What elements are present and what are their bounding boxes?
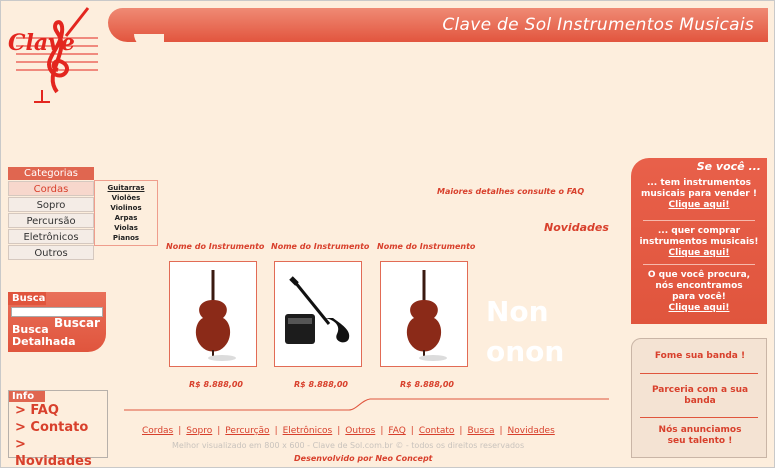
info-link-contato[interactable]: > Contato	[9, 419, 107, 436]
footer-link-busca[interactable]: Busca	[467, 426, 494, 436]
footer-link-contato[interactable]: Contato	[419, 426, 455, 436]
promo-text: ... quer comprar instrumentos musicais!	[639, 226, 759, 247]
product-name[interactable]: Nome do Instrumento	[166, 242, 264, 251]
footer-separator: |	[499, 426, 503, 436]
watermark-line: onon	[486, 335, 565, 368]
footer-link-outros[interactable]: Outros	[345, 426, 375, 436]
product-price: R$ 8.888,00	[400, 380, 454, 389]
product-name[interactable]: Nome do Instrumento	[271, 242, 369, 251]
category-outros[interactable]: Outros	[8, 245, 94, 260]
info-panel: Info > FAQ > Contato > Novidades	[8, 390, 108, 468]
footer-divider	[124, 398, 609, 411]
footer-note: Melhor visualizado em 800 x 600 - Clave …	[172, 441, 525, 450]
band-link-fome[interactable]: Fome sua banda !	[632, 351, 768, 362]
band-link-parceria[interactable]: Parceria com a sua banda	[632, 385, 768, 407]
promo-block-vender: ... tem instrumentos musicais para vende…	[631, 178, 767, 211]
subcategory-guitarras[interactable]: Guitarras	[95, 183, 157, 193]
footer-separator: |	[217, 426, 221, 436]
info-link-faq[interactable]: > FAQ	[9, 402, 107, 419]
promo-title: Se você ...	[696, 160, 761, 173]
product-price: R$ 8.888,00	[189, 380, 243, 389]
footer-link-sopro[interactable]: Sopro	[186, 426, 212, 436]
promo-text: O que você procura, nós encontramos para…	[647, 270, 751, 302]
watermark-line: Non	[486, 295, 549, 328]
product-image[interactable]	[169, 261, 257, 367]
search-panel: Busca Buscar Busca Detalhada	[8, 292, 106, 352]
promo-divider	[643, 220, 755, 221]
advanced-search-link[interactable]: Busca Detalhada	[12, 324, 76, 348]
categories-panel: Categorias Cordas Sopro Percursão Eletrô…	[8, 167, 94, 260]
bass-guitar-icon	[285, 276, 350, 344]
footer-separator: |	[459, 426, 463, 436]
subcategory-violinos[interactable]: Violinos	[95, 203, 157, 213]
category-percussao[interactable]: Percursão	[8, 213, 94, 228]
promo-block-procura: O que você procura, nós encontramos para…	[631, 270, 767, 314]
footer-link-eletronicos[interactable]: Eletrônicos	[283, 426, 333, 436]
header-bar: Clave de Sol Instrumentos Musicais	[108, 8, 768, 42]
band-panel: Fome sua banda ! Parceria com a sua band…	[631, 338, 767, 458]
footer-developer[interactable]: Desenvolvido por Neo Concept	[294, 454, 433, 463]
promo-block-comprar: ... quer comprar instrumentos musicais! …	[631, 226, 767, 259]
search-label: Busca	[8, 292, 46, 305]
category-cordas[interactable]: Cordas	[8, 181, 94, 196]
product-image[interactable]	[380, 261, 468, 367]
band-link-talento[interactable]: Nós anunciamos seu talento !	[632, 425, 768, 447]
subcategory-violas[interactable]: Violas	[95, 223, 157, 233]
promo-link-comprar[interactable]: Clique aqui!	[631, 248, 767, 259]
promo-panel: Se você ... ... tem instrumentos musicai…	[631, 158, 767, 324]
faq-note[interactable]: Maiores detalhes consulte o FAQ	[437, 187, 584, 196]
logo[interactable]: Clave	[2, 2, 114, 106]
footer-separator: |	[410, 426, 414, 436]
product-name[interactable]: Nome do Instrumento	[377, 242, 475, 251]
info-link-novidades[interactable]: > Novidades	[9, 436, 107, 468]
subcategory-violoes[interactable]: Violões	[95, 193, 157, 203]
product-image[interactable]	[274, 261, 362, 367]
promo-divider	[643, 264, 755, 265]
footer-separator: |	[178, 426, 182, 436]
subcategory-arpas[interactable]: Arpas	[95, 213, 157, 223]
footer-link-faq[interactable]: FAQ	[388, 426, 405, 436]
promo-link-vender[interactable]: Clique aqui!	[631, 200, 767, 211]
product-price: R$ 8.888,00	[294, 380, 348, 389]
footer-link-percurcao[interactable]: Percurção	[225, 426, 269, 436]
promo-text: ... tem instrumentos musicais para vende…	[641, 178, 757, 199]
band-divider	[640, 417, 758, 418]
footer-link-novidades[interactable]: Novidades	[508, 426, 555, 436]
footer-separator: |	[337, 426, 341, 436]
section-title: Novidades	[544, 221, 609, 234]
subcategory-pianos[interactable]: Pianos	[95, 233, 157, 243]
category-eletronicos[interactable]: Eletrônicos	[8, 229, 94, 244]
band-divider	[640, 373, 758, 374]
info-label: Info	[9, 391, 45, 402]
site-title: Clave de Sol Instrumentos Musicais	[442, 15, 754, 35]
promo-link-procura[interactable]: Clique aqui!	[631, 303, 767, 314]
footer-link-cordas[interactable]: Cordas	[142, 426, 173, 436]
cello-icon	[406, 270, 447, 361]
watermark-text: Non onon	[486, 292, 564, 372]
footer-nav: Cordas | Sopro | Percurção | Eletrônicos | Outro…	[142, 426, 555, 436]
footer-separator: |	[380, 426, 384, 436]
logo-text: Clave	[8, 30, 75, 56]
category-sopro[interactable]: Sopro	[8, 197, 94, 212]
subcategory-menu: Guitarras Violões Violinos Arpas Violas …	[94, 180, 158, 246]
categories-header: Categorias	[8, 167, 94, 180]
footer-separator: |	[274, 426, 278, 436]
cello-icon	[195, 270, 236, 361]
